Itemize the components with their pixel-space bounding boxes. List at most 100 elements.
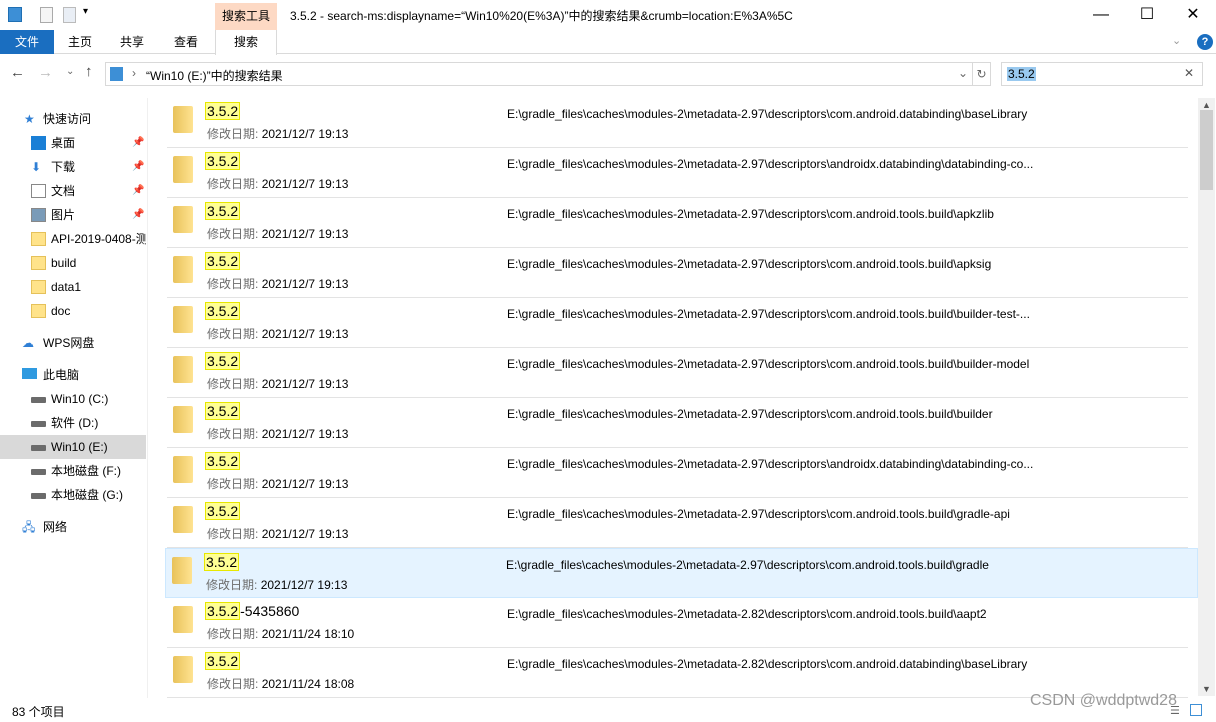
nav-label: Win10 (C:) [51, 392, 109, 406]
drive-icon [31, 493, 46, 499]
folder-icon [31, 280, 46, 294]
result-name: 3.5.2 [205, 302, 241, 320]
search-highlight: 3.5.2 [205, 152, 241, 170]
folder-icon [172, 557, 192, 584]
folder-icon [173, 606, 193, 633]
nav-wps-drive[interactable]: ☁ WPS网盘 [0, 331, 146, 355]
date-value: 2021/12/7 19:13 [261, 377, 349, 391]
nav-item[interactable]: data1 [0, 275, 146, 299]
drive-icon [31, 469, 46, 475]
date-value: 2021/12/7 19:13 [261, 327, 349, 341]
date-label: 修改日期: [207, 377, 259, 391]
date-value: 2021/12/7 19:13 [260, 578, 348, 592]
result-row[interactable]: 3.5.2 修改日期: 2021/12/7 19:13 E:\gradle_fi… [167, 148, 1188, 198]
tab-search[interactable]: 搜索 [215, 30, 277, 55]
nav-this-pc[interactable]: 此电脑 [0, 363, 146, 387]
result-row[interactable]: 3.5.2 修改日期: 2021/12/7 19:13 E:\gradle_fi… [167, 398, 1188, 448]
customize-toolbar-chevron-icon[interactable]: ▾ [83, 6, 88, 17]
scroll-down-icon[interactable]: ▼ [1202, 684, 1211, 694]
nav-item[interactable]: API-2019-0408-测 [0, 227, 146, 251]
date-value: 2021/12/7 19:13 [261, 527, 349, 541]
result-name: 3.5.2 [204, 553, 240, 571]
forward-arrow-icon[interactable]: → [38, 64, 53, 81]
pin-icon[interactable]: 📌 [132, 131, 144, 155]
result-row[interactable]: 3.5.2 修改日期: 2021/12/7 19:13 E:\gradle_fi… [167, 448, 1188, 498]
nav-label: 桌面 [51, 136, 76, 150]
result-row[interactable]: 3.5.2 修改日期: 2021/12/7 19:13 E:\gradle_fi… [167, 298, 1188, 348]
large-icons-view-icon[interactable] [1190, 704, 1202, 716]
result-row[interactable]: 3.5.2 -5435860 修改日期: 2021/11/24 18:10 E:\… [167, 598, 1188, 648]
result-name: 3.5.2 [205, 652, 241, 670]
date-label: 修改日期: [207, 477, 259, 491]
tab-file[interactable]: 文件 [0, 30, 54, 54]
tab-share[interactable]: 共享 [108, 30, 156, 54]
nav-drive[interactable]: 本地磁盘 (F:) [0, 459, 146, 483]
result-row[interactable]: 3.5.2 修改日期: 2021/11/24 18:08 E:\gradle_f… [167, 648, 1188, 698]
pictures-icon [31, 208, 46, 222]
close-button[interactable]: ✕ [1170, 0, 1216, 30]
nav-item[interactable]: doc [0, 299, 146, 323]
star-icon: ★ [24, 112, 35, 126]
scrollbar-thumb[interactable] [1200, 110, 1213, 190]
up-arrow-icon[interactable]: ↑ [85, 63, 93, 80]
nav-item[interactable]: 桌面 📌 [0, 131, 146, 155]
result-row[interactable]: 3.5.2 修改日期: 2021/12/7 19:13 E:\gradle_fi… [165, 548, 1198, 598]
nav-drive[interactable]: Win10 (E:) [0, 435, 146, 459]
tab-home[interactable]: 主页 [56, 30, 104, 54]
result-row[interactable]: 3.5.2 修改日期: 2021/12/7 19:13 E:\gradle_fi… [167, 98, 1188, 148]
refresh-icon[interactable]: ↻ [972, 63, 990, 85]
result-path: E:\gradle_files\caches\modules-2\metadat… [507, 107, 1028, 121]
result-date: 修改日期: 2021/12/7 19:13 [207, 475, 348, 492]
nav-drive[interactable]: 软件 (D:) [0, 411, 146, 435]
nav-network[interactable]: 🖧 网络 [0, 515, 146, 539]
date-value: 2021/12/7 19:13 [261, 177, 349, 191]
result-date: 修改日期: 2021/11/24 18:08 [207, 675, 354, 692]
pin-icon[interactable]: 📌 [132, 179, 144, 203]
search-highlight: 3.5.2 [205, 102, 241, 120]
scroll-up-icon[interactable]: ▲ [1202, 100, 1211, 110]
maximize-button[interactable]: ☐ [1124, 0, 1170, 30]
nav-item[interactable]: 文档 📌 [0, 179, 146, 203]
nav-label: 文档 [51, 184, 76, 198]
address-dropdown-icon[interactable]: ⌄ [958, 66, 968, 80]
status-item-count: 83 个项目 [12, 705, 65, 719]
address-bar[interactable]: › “Win10 (E:)”中的搜索结果 ⌄ ↻ [105, 62, 991, 86]
watermark: CSDN @wddptwd28 [1030, 692, 1177, 709]
search-highlight: 3.5.2 [205, 252, 241, 270]
result-row[interactable]: 3.5.2 修改日期: 2021/12/7 19:13 E:\gradle_fi… [167, 248, 1188, 298]
breadcrumb-chevron-icon[interactable]: › [132, 66, 136, 80]
result-date: 修改日期: 2021/12/7 19:13 [207, 425, 348, 442]
nav-item[interactable]: 图片 📌 [0, 203, 146, 227]
result-path: E:\gradle_files\caches\modules-2\metadat… [507, 257, 992, 271]
nav-item[interactable]: ⬇ 下载 📌 [0, 155, 146, 179]
nav-drive[interactable]: Win10 (C:) [0, 387, 146, 411]
details-view-icon[interactable]: ☰ [1170, 704, 1180, 717]
result-row[interactable]: 3.5.2 修改日期: 2021/12/7 19:13 E:\gradle_fi… [167, 348, 1188, 398]
new-folder-icon[interactable] [63, 7, 76, 23]
minimize-button[interactable]: — [1078, 0, 1124, 30]
recent-locations-chevron-icon[interactable]: ⌄ [66, 66, 74, 77]
nav-label: doc [51, 304, 71, 318]
nav-quick-access[interactable]: ★ 快速访问 [0, 107, 146, 131]
result-name: 3.5.2 [205, 202, 241, 220]
result-row[interactable]: 3.5.2 修改日期: 2021/12/7 19:13 E:\gradle_fi… [167, 498, 1188, 548]
tab-view[interactable]: 查看 [162, 30, 210, 54]
pin-icon[interactable]: 📌 [132, 203, 144, 227]
nav-label: 图片 [51, 208, 76, 222]
result-row[interactable]: 3.5.2 修改日期: 2021/12/7 19:13 E:\gradle_fi… [167, 198, 1188, 248]
date-value: 2021/11/24 18:10 [261, 627, 355, 641]
result-name: 3.5.2 -5435860 [205, 602, 299, 620]
properties-icon[interactable] [40, 7, 53, 23]
nav-item[interactable]: build [0, 251, 146, 275]
pin-icon[interactable]: 📌 [132, 155, 144, 179]
help-icon[interactable]: ? [1197, 34, 1213, 50]
back-arrow-icon[interactable]: ← [10, 64, 25, 81]
search-input[interactable]: 3.5.2 ✕ [1001, 62, 1203, 86]
clear-search-icon[interactable]: ✕ [1184, 66, 1194, 80]
nav-drive[interactable]: 本地磁盘 (G:) [0, 483, 146, 507]
folder-icon [173, 656, 193, 683]
result-name: 3.5.2 [205, 452, 241, 470]
nav-label: 此电脑 [43, 368, 80, 382]
nav-label: 软件 (D:) [51, 416, 99, 430]
expand-ribbon-chevron-icon[interactable]: ⌄ [1172, 34, 1181, 47]
